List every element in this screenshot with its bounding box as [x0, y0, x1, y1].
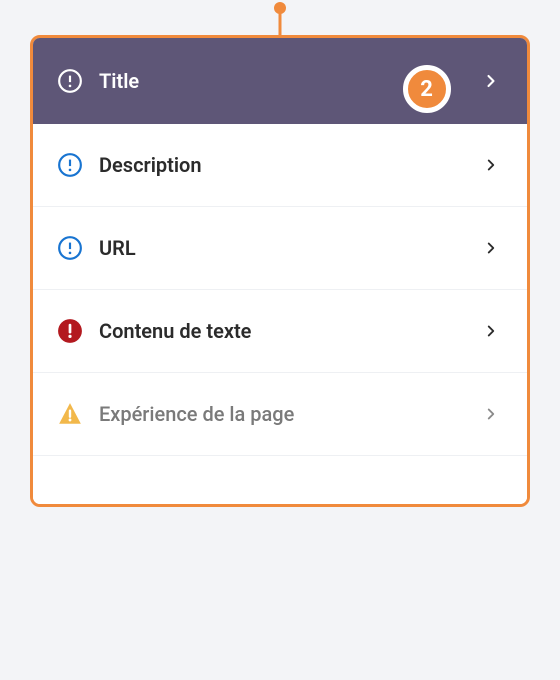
annotation-badge: 2 — [403, 65, 451, 113]
issues-card: Title Description — [30, 35, 530, 507]
chevron-right-icon — [479, 319, 503, 343]
annotation-badge-number: 2 — [420, 77, 433, 102]
alert-circle-icon — [57, 68, 83, 94]
list-item-url[interactable]: URL — [33, 207, 527, 290]
alert-triangle-icon — [57, 401, 83, 427]
list-item-text-content[interactable]: Contenu de texte — [33, 290, 527, 373]
list-bottom-spacer — [33, 456, 527, 504]
chevron-right-icon — [479, 402, 503, 426]
list-item-description[interactable]: Description — [33, 124, 527, 207]
list-item-label: Contenu de texte — [99, 319, 479, 343]
alert-circle-icon — [57, 152, 83, 178]
alert-circle-filled-icon — [57, 318, 83, 344]
list-item-label: Description — [99, 153, 479, 177]
annotation-marker-dot — [274, 2, 286, 14]
list-item-label: Expérience de la page — [99, 402, 479, 426]
chevron-right-icon — [479, 69, 503, 93]
chevron-right-icon — [479, 153, 503, 177]
alert-circle-icon — [57, 235, 83, 261]
list-item-label: URL — [99, 236, 479, 260]
chevron-right-icon — [479, 236, 503, 260]
list-item-page-experience[interactable]: Expérience de la page — [33, 373, 527, 456]
list-item-title[interactable]: Title — [33, 38, 527, 124]
